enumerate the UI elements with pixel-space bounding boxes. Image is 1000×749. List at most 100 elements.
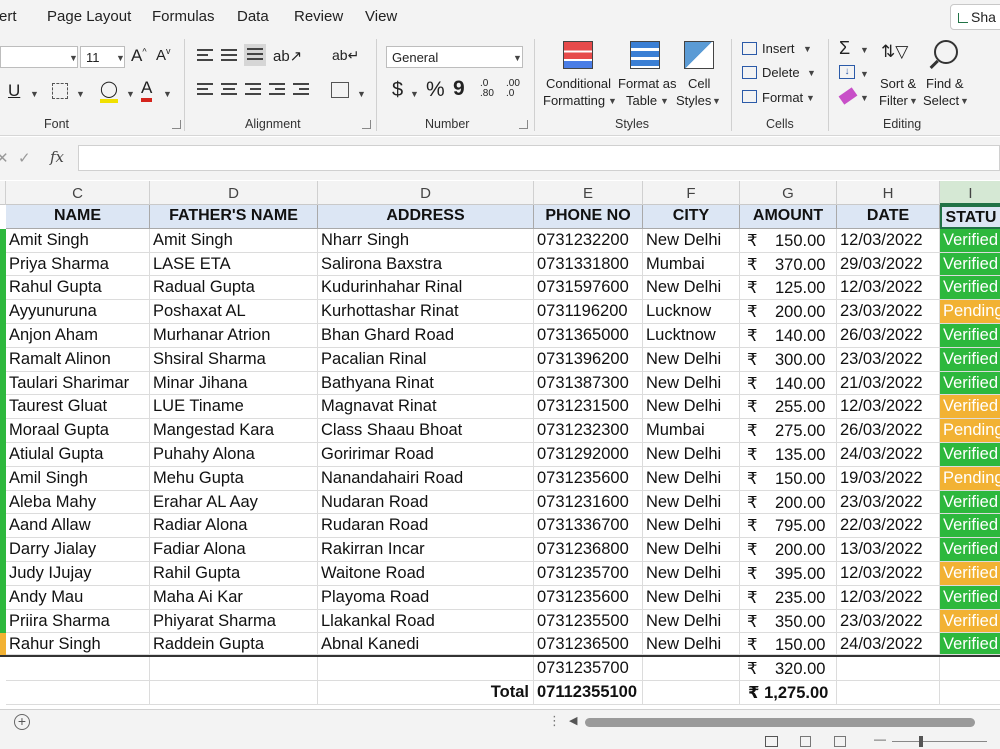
cell-address[interactable]: Llakankal Road [318,609,534,634]
cell-phone[interactable]: 0731236500 [534,633,643,656]
cell-status[interactable]: Verified [940,347,1000,372]
menu-view[interactable]: View [365,8,397,25]
add-sheet-button[interactable]: + [14,714,30,730]
cell-status[interactable]: Verified [940,609,1000,634]
cell-address[interactable]: Kurhottashar Rinat [318,300,534,324]
cell-name[interactable]: Rahul Gupta [6,276,150,301]
cell-status[interactable]: Pending [940,300,1000,324]
cell-name[interactable]: Ramalt Alinon [6,347,150,372]
cell-phone[interactable]: 0731336700 [534,514,643,539]
merge-center-icon[interactable] [331,82,349,98]
cell-phone[interactable]: 0731231500 [534,395,643,420]
cell-name[interactable]: Ayyunuruna [6,300,150,324]
cell-amount[interactable]: ₹200.00 [740,300,837,324]
cell-city[interactable]: New Delhi [643,609,740,634]
cell-amount[interactable]: ₹795.00 [740,514,837,539]
alignment-dialog-launcher-icon[interactable] [362,120,371,129]
confirm-icon[interactable]: ✓ [18,149,31,167]
page-layout-view-icon[interactable] [800,736,811,747]
cell-father[interactable]: Poshaxat AL [150,300,318,324]
empty-cell[interactable] [643,681,740,705]
cell-date[interactable]: 12/03/2022 [837,562,940,586]
decrease-indent-icon[interactable] [269,83,285,96]
empty-cell[interactable] [150,681,318,705]
header-cell-name[interactable]: NAME [6,205,150,229]
cell-father[interactable]: Phiyarat Sharma [150,609,318,634]
cell-date[interactable]: 26/03/2022 [837,419,940,443]
cell-city[interactable]: New Delhi [643,347,740,372]
cell-phone[interactable]: 0731292000 [534,443,643,467]
cell-amount[interactable]: ₹235.00 [740,585,837,610]
cell-name[interactable]: Priira Sharma [6,609,150,634]
column-header-d[interactable]: D [150,181,318,205]
total-phone[interactable]: 07112355100 [534,681,643,705]
cell-address[interactable]: Waitone Road [318,562,534,586]
fill-icon[interactable]: ↓ [839,65,855,79]
cell-phone[interactable]: 0731232300 [534,419,643,443]
cell-address[interactable]: Bathyana Rinat [318,371,534,396]
cell-father[interactable]: Fadiar Alona [150,538,318,562]
formula-input[interactable] [78,145,1000,171]
header-cell-date[interactable]: DATE [837,205,940,229]
cell-status[interactable]: Verified [940,228,1000,253]
cell-phone[interactable]: 0731365000 [534,324,643,348]
cell-phone[interactable]: 0731387300 [534,371,643,396]
header-cell-address[interactable]: ADDRESS [318,205,534,229]
align-right-icon[interactable] [245,83,261,96]
cell-address[interactable]: Magnavat Rinat [318,395,534,420]
menu-insert[interactable]: ert [0,8,17,25]
cell-address[interactable]: Pacalian Rinal [318,347,534,372]
cell-date[interactable]: 23/03/2022 [837,300,940,324]
cell-name[interactable]: Darry Jialay [6,538,150,562]
middle-align-icon[interactable] [221,49,237,62]
cell-status[interactable]: Pending [940,419,1000,443]
menu-formulas[interactable]: Formulas [152,8,215,25]
cell-father[interactable]: LASE ETA [150,252,318,277]
cell-city[interactable]: New Delhi [643,371,740,396]
font-color-icon[interactable]: A [141,78,153,102]
empty-cell[interactable] [150,657,318,681]
empty-cell[interactable] [6,657,150,681]
column-header-i[interactable]: I [940,181,1000,205]
cell-name[interactable]: Amil Singh [6,466,150,491]
cell-amount[interactable]: ₹150.00 [740,228,837,253]
cell-date[interactable]: 23/03/2022 [837,347,940,372]
total-label[interactable]: Total [318,681,534,705]
cell-phone[interactable]: 0731232200 [534,228,643,253]
column-header-f[interactable]: F [643,181,740,205]
autosum-icon[interactable]: Σ [839,38,850,59]
cell-phone[interactable]: 0731331800 [534,252,643,277]
cell-city[interactable]: Mumbai [643,252,740,277]
cell-city[interactable]: New Delhi [643,490,740,515]
font-size-dropdown[interactable]: 11 ▼ [80,46,125,68]
decrease-decimal-button[interactable]: .00.0 [506,79,520,99]
cell-date[interactable]: 24/03/2022 [837,443,940,467]
cell-name[interactable]: Priya Sharma [6,252,150,277]
increase-indent-icon[interactable] [293,83,309,96]
decrease-font-icon[interactable]: Av [156,46,171,64]
cell-address[interactable]: Rakirran Incar [318,538,534,562]
cell-phone[interactable]: 0731235500 [534,609,643,634]
insert-function-button[interactable]: fx [50,148,64,166]
cell-amount[interactable]: ₹300.00 [740,347,837,372]
underline-button[interactable]: U [8,81,20,101]
cell-phone[interactable]: 0731396200 [534,347,643,372]
cell-amount[interactable]: ₹395.00 [740,562,837,586]
cell-phone[interactable]: 0731235700 [534,657,643,681]
cell-status[interactable]: Verified [940,443,1000,467]
zoom-slider[interactable] [892,741,987,742]
cell-phone[interactable]: 0731235600 [534,585,643,610]
cell-address[interactable]: Salirona Baxstra [318,252,534,277]
cell-status[interactable]: Verified [940,562,1000,586]
empty-cell[interactable] [940,657,1000,681]
cell-status[interactable]: Verified [940,633,1000,656]
cell-amount[interactable]: ₹370.00 [740,252,837,277]
align-left-icon[interactable] [197,83,213,96]
fill-color-icon[interactable]: ◯ [100,79,118,103]
cell-father[interactable]: Shsiral Sharma [150,347,318,372]
cell-father[interactable]: Raddein Gupta [150,633,318,656]
zoom-out-icon[interactable]: — [874,732,886,746]
percent-button[interactable]: % [426,78,445,102]
cell-city[interactable]: New Delhi [643,466,740,491]
orientation-icon[interactable]: ab↗ [273,47,302,65]
